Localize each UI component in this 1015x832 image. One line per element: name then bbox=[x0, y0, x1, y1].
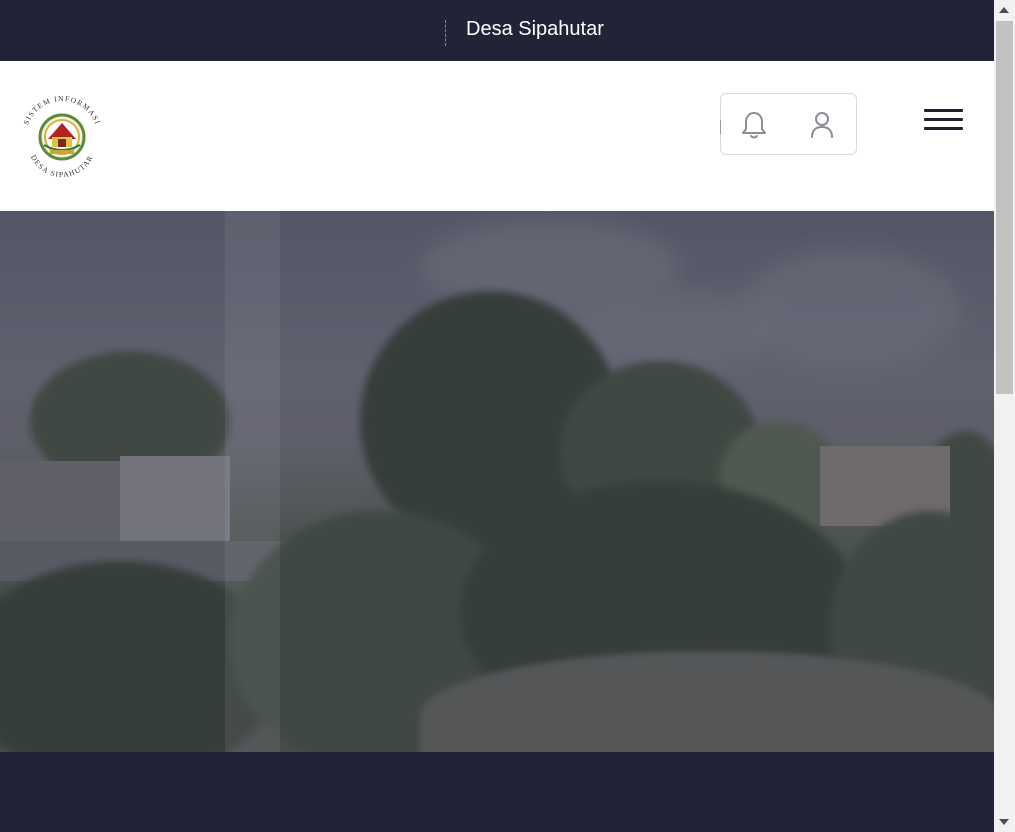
site-title: Desa Sipahutar bbox=[466, 18, 604, 40]
logo-svg: SISTEM INFORMASI DESA SIPAHUTAR bbox=[21, 94, 101, 179]
hamburger-line bbox=[924, 127, 963, 130]
vertical-scrollbar[interactable] bbox=[994, 0, 1015, 832]
hero-image bbox=[0, 211, 994, 752]
group-edge-mark bbox=[720, 120, 723, 134]
hamburger-menu-icon[interactable] bbox=[924, 109, 964, 135]
user-icon[interactable] bbox=[805, 108, 839, 142]
village-emblem-logo[interactable]: SISTEM INFORMASI DESA SIPAHUTAR bbox=[18, 94, 106, 179]
hero-light-band bbox=[225, 211, 280, 752]
header: SISTEM INFORMASI DESA SIPAHUTAR bbox=[0, 61, 994, 211]
hamburger-line bbox=[924, 109, 963, 112]
scroll-down-arrow-icon[interactable] bbox=[999, 819, 1009, 825]
bell-icon[interactable] bbox=[737, 108, 771, 142]
hero-overlay bbox=[0, 211, 994, 752]
scroll-up-arrow-icon[interactable] bbox=[999, 7, 1009, 13]
hamburger-line bbox=[924, 118, 963, 121]
header-action-group bbox=[720, 93, 857, 155]
footer-band bbox=[0, 752, 994, 832]
top-bar-divider bbox=[445, 20, 446, 46]
top-bar: Desa Sipahutar bbox=[0, 0, 994, 61]
page-viewport: Desa Sipahutar SISTEM INFORMASI DESA SIP… bbox=[0, 0, 994, 832]
scrollbar-thumb[interactable] bbox=[996, 21, 1013, 394]
